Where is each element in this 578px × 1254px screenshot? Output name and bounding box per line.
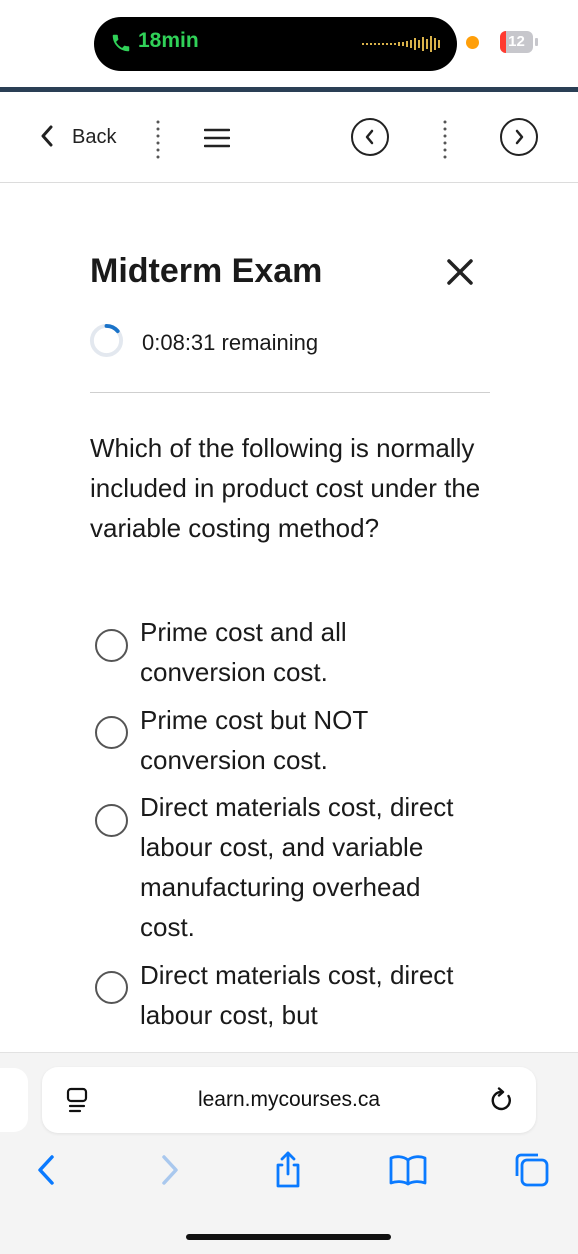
vertical-dots-icon: [156, 120, 160, 159]
bookmarks-icon[interactable]: [388, 1150, 428, 1190]
back-icon[interactable]: [28, 1150, 68, 1190]
option-label[interactable]: Direct materials cost, direct labour cos…: [140, 955, 460, 1035]
home-indicator[interactable]: [186, 1234, 391, 1240]
next-question-button[interactable]: [500, 118, 538, 156]
battery-level: 12: [508, 33, 525, 50]
option-label[interactable]: Direct materials cost, direct labour cos…: [140, 787, 460, 947]
previous-tab-peek[interactable]: [0, 1068, 28, 1132]
chevron-left-icon[interactable]: [40, 124, 54, 148]
vertical-dots-icon: [443, 120, 447, 159]
option-radio[interactable]: [95, 804, 128, 837]
timer-progress-icon: [89, 323, 124, 358]
battery-tip: [535, 38, 538, 46]
recording-dot-icon: [466, 36, 479, 49]
tabs-icon[interactable]: [512, 1150, 552, 1190]
audio-wave-icon: [362, 36, 440, 52]
timer-value: 0:08:31: [142, 330, 216, 355]
dynamic-island[interactable]: 18min: [94, 17, 457, 71]
option-radio[interactable]: [95, 629, 128, 662]
battery-icon: 12: [500, 31, 533, 53]
menu-icon[interactable]: [204, 128, 230, 148]
share-icon[interactable]: [268, 1150, 308, 1190]
question-text: Which of the following is normally inclu…: [90, 433, 481, 543]
next-question-icon: [515, 129, 524, 145]
prev-question-icon: [365, 129, 374, 145]
timer-suffix: remaining: [221, 330, 319, 355]
forward-icon[interactable]: [148, 1150, 188, 1190]
option-label[interactable]: Prime cost but NOT conversion cost.: [140, 700, 460, 780]
option-label[interactable]: Prime cost and all conversion cost.: [140, 612, 460, 692]
page-title: Midterm Exam: [90, 252, 323, 290]
time-remaining: 0:08:31 remaining: [142, 330, 318, 356]
address-bar[interactable]: learn.mycourses.ca: [42, 1067, 536, 1133]
option-radio[interactable]: [95, 971, 128, 1004]
call-duration: 18min: [138, 29, 199, 52]
close-icon[interactable]: [446, 258, 474, 286]
prev-question-button[interactable]: [351, 118, 389, 156]
reload-icon[interactable]: [490, 1087, 514, 1113]
divider: [90, 392, 490, 393]
back-link[interactable]: Back: [72, 126, 116, 149]
phone-icon: [112, 34, 130, 52]
exam-toolbar: Back: [0, 92, 578, 183]
url-text[interactable]: learn.mycourses.ca: [42, 1088, 536, 1112]
option-radio[interactable]: [95, 716, 128, 749]
